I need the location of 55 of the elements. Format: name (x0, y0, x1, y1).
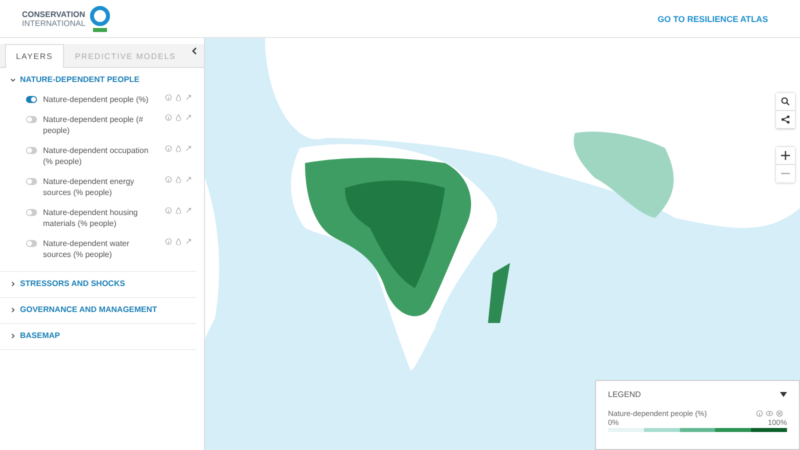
section-header[interactable]: BASEMAP (10, 331, 196, 340)
zoom-in-button[interactable] (776, 147, 795, 165)
layer-toggle[interactable] (26, 96, 37, 103)
expand-icon[interactable] (185, 94, 192, 101)
drop-icon[interactable] (175, 94, 182, 101)
info-icon[interactable] (165, 238, 172, 245)
search-button[interactable] (776, 93, 795, 111)
drop-icon[interactable] (175, 238, 182, 245)
drop-icon[interactable] (175, 145, 182, 152)
section-header[interactable]: GOVERNANCE AND MANAGEMENT (10, 305, 196, 314)
chevron-right-icon (10, 332, 16, 338)
info-icon[interactable] (165, 94, 172, 101)
chevron-down-icon (10, 76, 16, 82)
layer-toggle[interactable] (26, 147, 37, 154)
expand-icon[interactable] (185, 114, 192, 121)
layer-label: Nature-dependent water sources (% people) (43, 238, 130, 260)
layer-label: Nature-dependent people (%) (43, 94, 150, 105)
search-icon (781, 97, 790, 106)
expand-icon[interactable] (185, 145, 192, 152)
info-icon[interactable] (165, 176, 172, 183)
logo-text: INTERNATIONAL (22, 18, 86, 28)
section-header[interactable]: NATURE-DEPENDENT PEOPLE (10, 75, 196, 84)
eye-icon[interactable] (766, 410, 773, 417)
plus-icon (781, 151, 790, 160)
info-icon[interactable] (165, 145, 172, 152)
share-icon (781, 115, 790, 124)
chevron-right-icon (10, 306, 16, 312)
drop-icon[interactable] (175, 114, 182, 121)
layer-label: Nature-dependent occupation (% people) (43, 145, 150, 167)
expand-icon[interactable] (185, 238, 192, 245)
layer-label: Nature-dependent housing materials (% people) (43, 207, 139, 229)
legend-title: LEGEND (608, 390, 641, 399)
chevron-left-icon (191, 47, 197, 55)
resilience-atlas-link[interactable]: GO TO RESILIENCE ATLAS (658, 14, 768, 24)
drop-icon[interactable] (175, 176, 182, 183)
sidebar-tab[interactable]: LAYERS (5, 44, 64, 68)
info-icon[interactable] (165, 114, 172, 121)
share-button[interactable] (776, 111, 795, 129)
info-icon[interactable] (165, 207, 172, 214)
layer-label: Nature-dependent people (# people) (43, 114, 144, 136)
close-icon[interactable] (776, 410, 783, 417)
expand-icon[interactable] (185, 207, 192, 214)
layer-toggle[interactable] (26, 209, 37, 216)
layer-toggle[interactable] (26, 116, 37, 123)
dropdown-caret-icon[interactable] (780, 392, 787, 397)
chevron-right-icon (10, 280, 16, 286)
layer-toggle[interactable] (26, 178, 37, 185)
layer-label: Nature-dependent energy sources (% people) (43, 176, 136, 198)
section-header[interactable]: STRESSORS AND SHOCKS (10, 279, 196, 288)
layer-toggle[interactable] (26, 240, 37, 247)
expand-icon[interactable] (185, 176, 192, 183)
logo-ring-icon (89, 6, 112, 32)
logo-text: CONSERVATION (22, 10, 86, 18)
info-icon[interactable] (756, 410, 763, 417)
drop-icon[interactable] (175, 207, 182, 214)
